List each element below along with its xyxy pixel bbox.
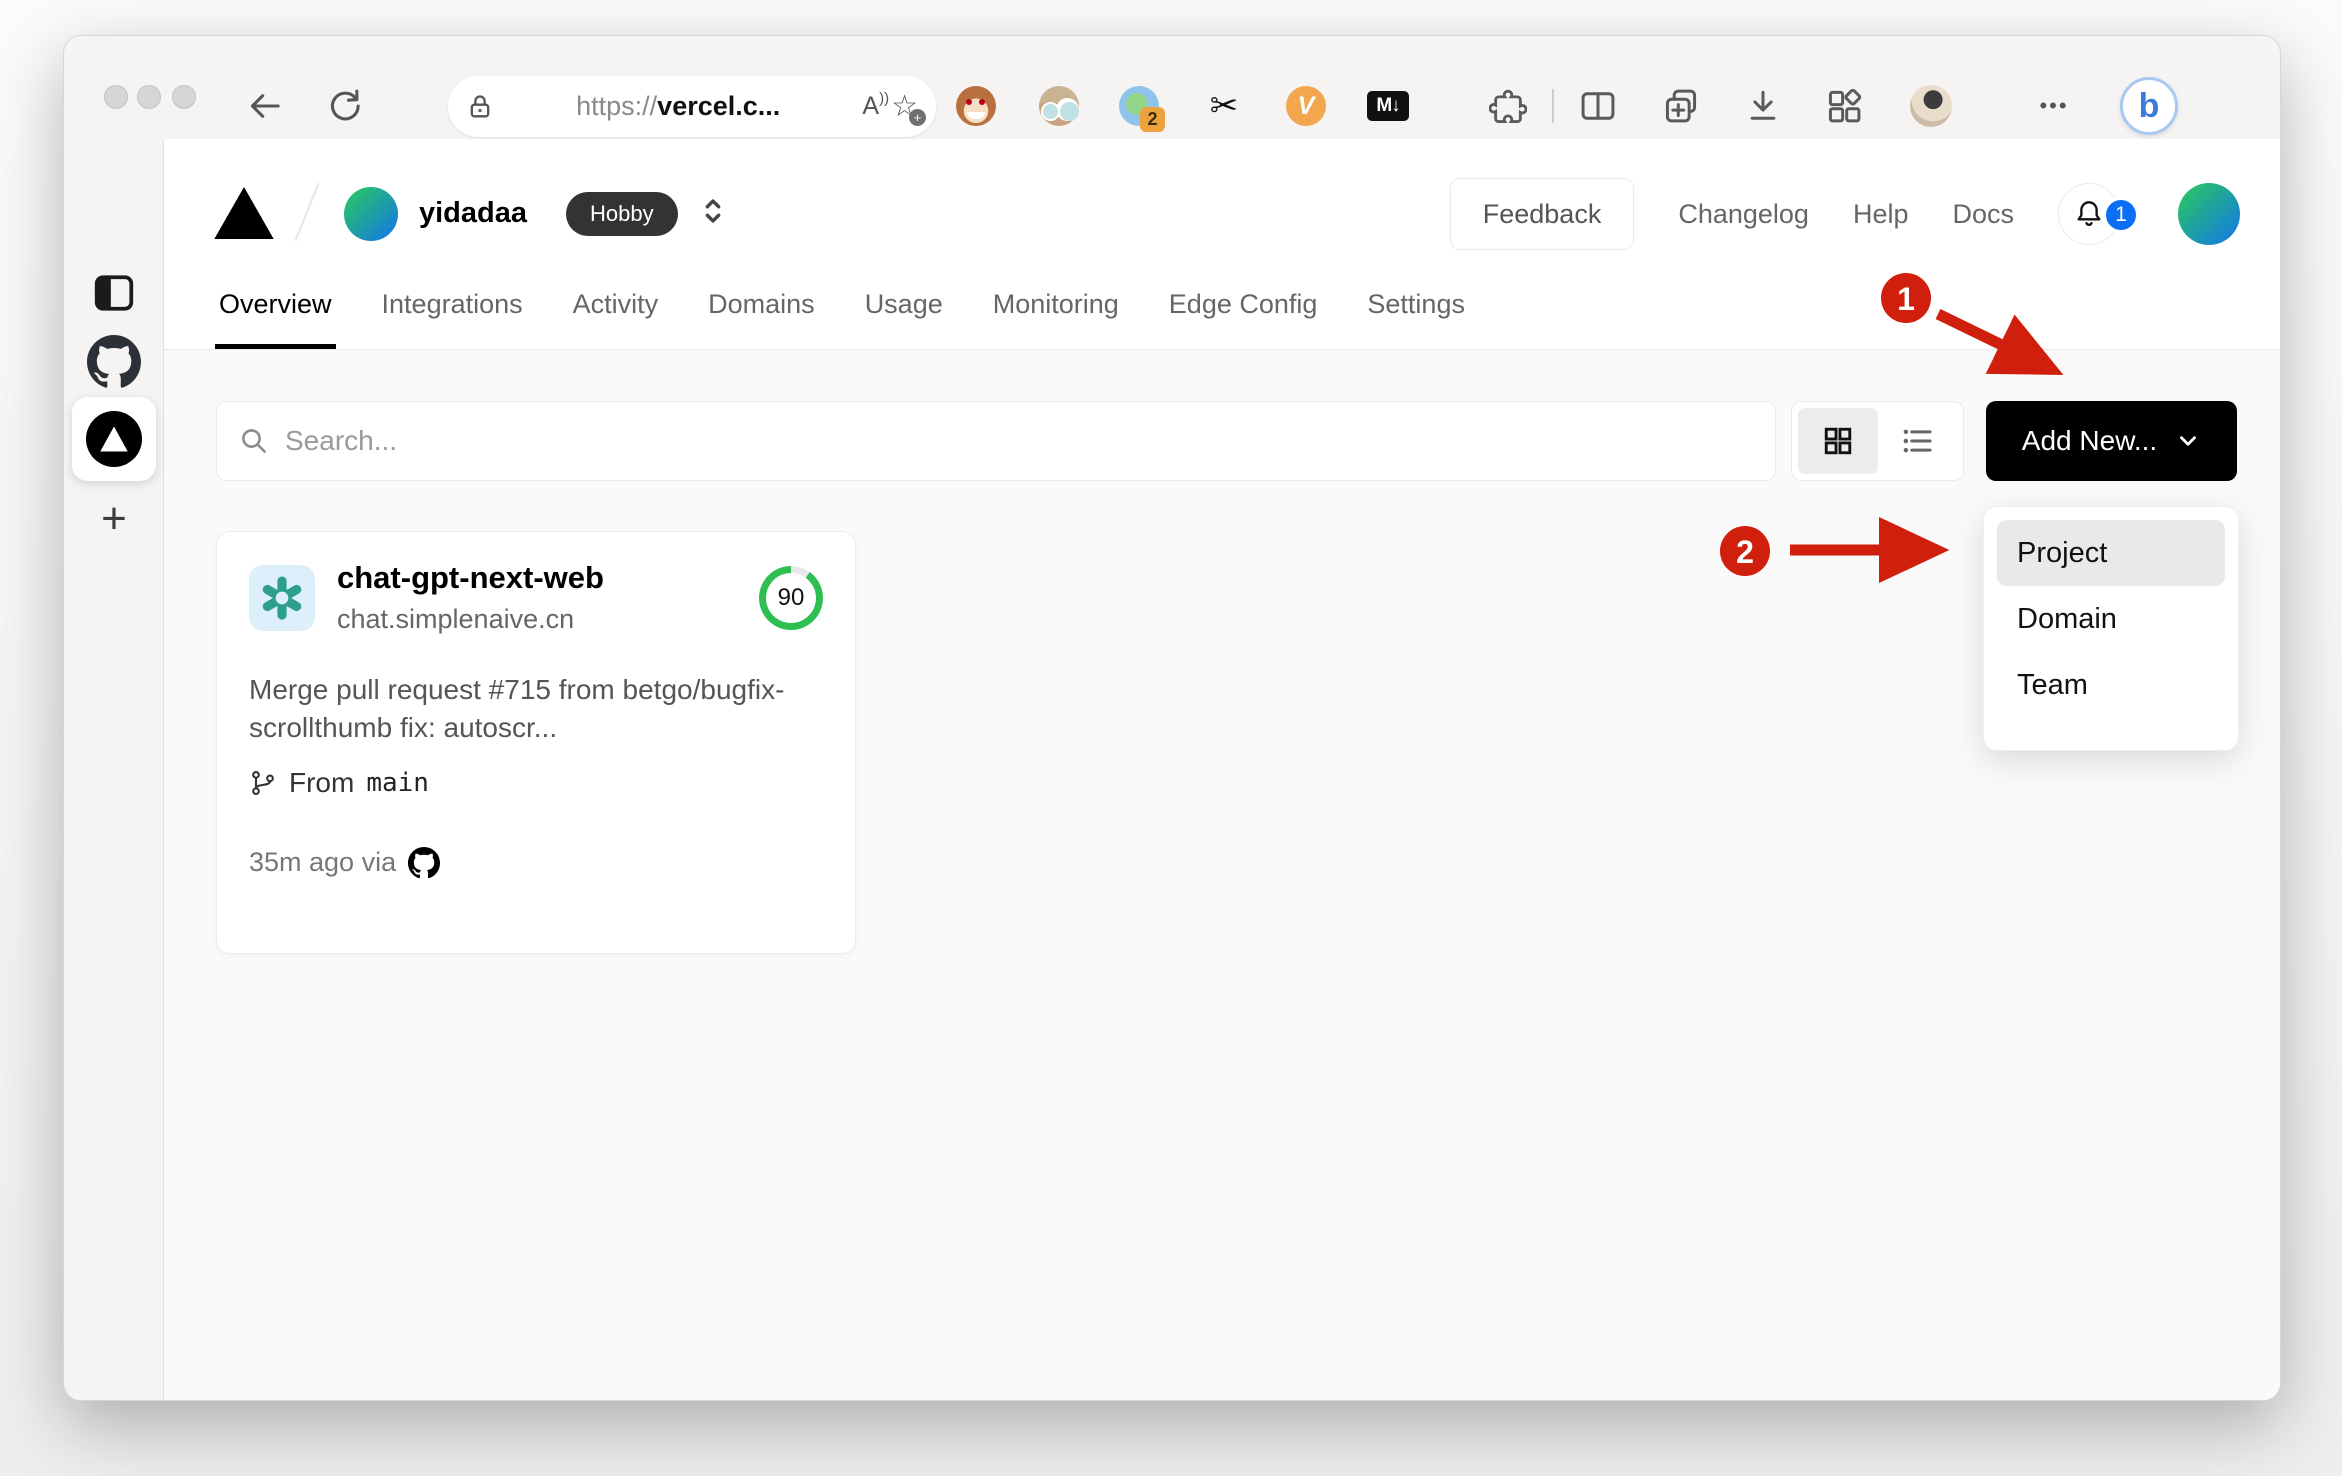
lock-icon (470, 94, 490, 117)
tab-usage[interactable]: Usage (865, 281, 943, 349)
project-card[interactable]: chat-gpt-next-web chat.simplenaive.cn 90… (216, 531, 856, 954)
back-button[interactable] (242, 84, 286, 128)
lighthouse-score[interactable]: 90 (759, 565, 823, 630)
breadcrumb-slash (294, 182, 320, 242)
branch-name: main (366, 767, 429, 798)
extensions-puzzle-icon[interactable] (1485, 83, 1531, 129)
tab-domains[interactable]: Domains (708, 281, 815, 349)
apps-icon[interactable] (1821, 83, 1867, 129)
menu-item-team[interactable]: Team (1997, 652, 2225, 718)
toolbar-divider (1552, 89, 1554, 123)
github-icon (87, 335, 141, 388)
bing-chat-button[interactable]: b (2117, 74, 2181, 138)
sidebar-panel-icon (94, 275, 134, 311)
sidebar-item-vercel[interactable] (64, 397, 164, 481)
help-link[interactable]: Help (1853, 199, 1909, 230)
extension-badge: 2 (1140, 107, 1165, 132)
address-bar[interactable]: https://vercel.c... A ☆+ (448, 76, 936, 137)
browser-profile-avatar[interactable] (1908, 83, 1954, 129)
search-input[interactable] (285, 425, 1753, 457)
deploy-time: 35m ago via (249, 847, 397, 878)
github-source-icon (408, 846, 441, 878)
plan-badge: Hobby (566, 192, 678, 236)
notifications-button[interactable]: 1 (2058, 183, 2139, 245)
tab-monitoring[interactable]: Monitoring (993, 281, 1119, 349)
sidebar-add-button[interactable]: + (64, 497, 164, 541)
notification-count-badge: 1 (2103, 197, 2139, 233)
dashboard-header: yidadaa Hobby Feedback Changelog Help Do… (164, 139, 2280, 281)
team-name[interactable]: yidadaa (419, 197, 527, 230)
url-text: https://vercel.c... (576, 91, 781, 121)
list-view-icon (1903, 429, 1932, 453)
tab-edge-config[interactable]: Edge Config (1169, 281, 1318, 349)
add-new-button[interactable]: Add New... (1986, 401, 2237, 481)
tab-settings[interactable]: Settings (1367, 281, 1465, 349)
project-search[interactable] (216, 401, 1776, 481)
menu-item-project[interactable]: Project (1997, 520, 2225, 586)
vercel-dashboard: yidadaa Hobby Feedback Changelog Help Do… (164, 139, 2280, 1400)
vercel-logo-icon[interactable] (214, 187, 274, 239)
search-icon (242, 429, 266, 453)
grid-view-button[interactable] (1798, 408, 1878, 474)
dashboard-tabs: Overview Integrations Activity Domains U… (215, 281, 1465, 349)
read-aloud-icon[interactable]: A (862, 90, 888, 121)
traffic-minimize-button[interactable] (137, 85, 161, 109)
git-branch-icon (252, 770, 274, 795)
branch-label: From (289, 766, 355, 798)
collections-icon[interactable] (1658, 83, 1704, 129)
chevron-down-icon (2180, 436, 2197, 446)
browser-toolbar: https://vercel.c... A ☆+ 2 ✂ V M↓ (64, 36, 2280, 139)
menu-item-domain[interactable]: Domain (1997, 586, 2225, 652)
team-switcher-button[interactable] (696, 194, 730, 233)
commit-message: Merge pull request #715 from betgo/bugfi… (249, 674, 785, 743)
user-avatar[interactable] (2178, 183, 2240, 245)
feedback-button[interactable]: Feedback (1449, 178, 1635, 250)
docs-link[interactable]: Docs (1952, 199, 2014, 230)
vercel-app-icon (86, 411, 142, 467)
browser-window: https://vercel.c... A ☆+ 2 ✂ V M↓ (63, 35, 2281, 1401)
openai-logo-icon (262, 575, 302, 620)
list-view-button[interactable] (1878, 408, 1958, 474)
back-arrow-icon (250, 94, 280, 118)
extension-scissors-icon[interactable]: ✂ (1201, 83, 1247, 129)
more-menu-button[interactable]: ••• (2031, 83, 2077, 129)
tab-activity[interactable]: Activity (573, 281, 659, 349)
traffic-close-button[interactable] (104, 85, 128, 109)
changelog-link[interactable]: Changelog (1678, 199, 1809, 230)
project-domain[interactable]: chat.simplenaive.cn (337, 604, 604, 635)
refresh-icon (330, 89, 360, 121)
sidebar-toggle-button[interactable] (64, 271, 164, 315)
favorite-star-icon[interactable]: ☆ + (891, 91, 926, 126)
add-new-dropdown: Project Domain Team (1983, 506, 2239, 751)
extension-vc-icon[interactable]: V (1283, 83, 1329, 129)
grid-view-icon (1824, 427, 1851, 455)
project-name[interactable]: chat-gpt-next-web (337, 560, 604, 596)
chevron-updown-icon (705, 199, 721, 223)
team-avatar[interactable] (344, 187, 398, 241)
score-value: 90 (766, 572, 816, 623)
tab-integrations[interactable]: Integrations (382, 281, 523, 349)
extension-monkey-icon[interactable] (953, 83, 999, 129)
traffic-zoom-button[interactable] (172, 85, 196, 109)
edge-sidebar: + (64, 139, 164, 1400)
favorite-add-badge: + (909, 108, 926, 126)
tab-overview[interactable]: Overview (215, 281, 336, 349)
project-favicon (249, 564, 315, 631)
bing-icon: b (2120, 77, 2178, 135)
extension-dot-icon[interactable]: 2 (1116, 83, 1165, 132)
header-actions: Feedback Changelog Help Docs 1 (1449, 178, 2240, 250)
view-toggle (1791, 401, 1964, 481)
split-screen-icon[interactable] (1575, 83, 1621, 129)
refresh-button[interactable] (322, 84, 366, 128)
sidebar-item-github[interactable] (64, 335, 164, 389)
bell-icon (2077, 201, 2101, 226)
extension-face-icon[interactable] (1036, 83, 1082, 129)
downloads-icon[interactable] (1740, 83, 1786, 129)
extension-markdown-icon[interactable]: M↓ (1365, 83, 1411, 129)
